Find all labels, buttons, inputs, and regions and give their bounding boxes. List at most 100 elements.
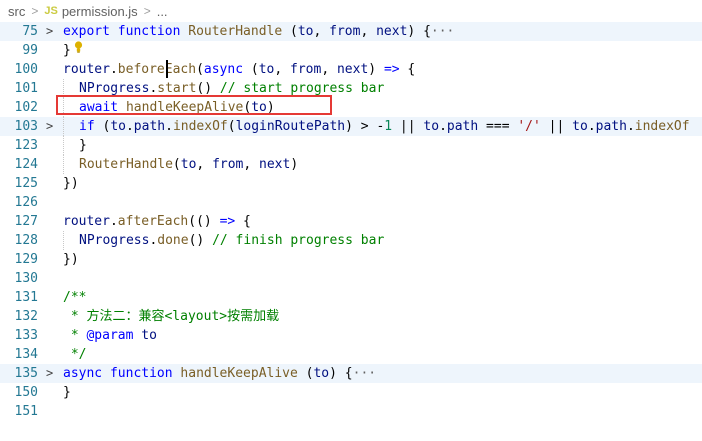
code-token: . [626, 119, 635, 134]
code-line[interactable]: 135 > async function handleKeepAlive (to) … [0, 364, 702, 383]
code-token: */ [63, 347, 87, 362]
code-token: next [376, 24, 408, 39]
code-text: RouterHandle(to, from, next) [79, 155, 298, 174]
code-token: async [63, 366, 103, 381]
code-text: }) [63, 174, 79, 193]
code-token: ( [94, 119, 111, 134]
line-number: 99 [22, 43, 38, 58]
code-token: to [258, 62, 275, 77]
line-number: 127 [14, 214, 38, 229]
fold-chevron-icon[interactable]: > [46, 117, 58, 136]
code-token: === [478, 119, 518, 134]
line-number: 100 [14, 62, 38, 77]
code-token: function [117, 24, 181, 39]
code-token: to [313, 366, 330, 381]
code-text: NProgress.done() // finish progress bar [79, 231, 384, 250]
code-token: path [595, 119, 627, 134]
code-line[interactable]: 134 */ [0, 345, 702, 364]
code-line[interactable]: 131 /** [0, 288, 702, 307]
code-token: (() [188, 214, 220, 229]
code-token: * 方法二：兼容<layout>按需加载 [63, 309, 280, 324]
breadcrumb-more[interactable]: ... [157, 4, 168, 19]
code-token: NProgress [79, 233, 150, 248]
code-text: /** [63, 288, 86, 307]
code-text: * @param to [63, 326, 157, 345]
code-line[interactable]: 150} [0, 383, 702, 402]
indent-guide [63, 117, 64, 136]
code-token: to [110, 119, 126, 134]
code-token: ··· [352, 366, 377, 381]
code-text: if (to.path.indexOf(loginRoutePath) > -1… [79, 117, 690, 136]
code-line[interactable]: 132 * 方法二：兼容<layout>按需加载 [0, 307, 702, 326]
code-token: } [63, 43, 71, 58]
code-token: @param [86, 328, 134, 343]
code-token: loginRoutePath [235, 119, 346, 134]
code-token: handleKeepAlive [180, 366, 298, 381]
code-line[interactable]: 99} [0, 41, 702, 60]
code-text: async function handleKeepAlive (to) {··· [63, 364, 376, 383]
code-token: // start progress bar [219, 81, 385, 96]
code-token: ( [172, 157, 181, 172]
code-token: ( [243, 62, 259, 77]
code-token: router [63, 62, 110, 77]
line-number: 128 [14, 233, 38, 248]
line-number: 134 [14, 347, 38, 362]
code-token: to [297, 24, 314, 39]
code-line[interactable]: 130 [0, 269, 702, 288]
line-number: 124 [14, 157, 38, 172]
code-line[interactable]: 103 > if (to.path.indexOf(loginRoutePath) … [0, 117, 702, 136]
line-number: 132 [14, 309, 38, 324]
code-token: }) [63, 176, 79, 191]
line-number: 102 [14, 100, 38, 115]
code-token: RouterHandle [79, 157, 173, 172]
code-line[interactable]: 100 router.beforeEach(async (to, from, ne… [0, 60, 702, 79]
code-token: '/' [517, 119, 541, 134]
code-editor[interactable]: 75 > export function RouterHandle (to, fro… [0, 22, 702, 421]
code-text: } [63, 383, 71, 402]
lightbulb-icon[interactable] [74, 41, 83, 53]
line-number: 123 [14, 138, 38, 153]
code-line[interactable]: 126 [0, 193, 702, 212]
code-token: export [63, 24, 110, 39]
indent-guide [63, 231, 64, 250]
code-token: from [290, 62, 322, 77]
code-token: }) [63, 252, 79, 267]
code-token: function [109, 366, 173, 381]
code-line[interactable]: 75 > export function RouterHandle (to, fro… [0, 22, 702, 41]
code-line[interactable]: 128 NProgress.done() // finish progress b… [0, 231, 702, 250]
fold-chevron-icon[interactable]: > [46, 22, 58, 41]
line-number: 101 [14, 81, 38, 96]
code-token: to [180, 157, 197, 172]
breadcrumb: src > JS permission.js > ... [0, 0, 702, 22]
code-line[interactable]: 151 [0, 402, 702, 421]
code-token: . [165, 119, 173, 134]
code-text: router.afterEach(() => { [63, 212, 251, 231]
code-line[interactable]: 123} [0, 136, 702, 155]
code-token: , [313, 24, 330, 39]
line-number: 135 [14, 366, 38, 381]
code-token: . [109, 214, 118, 229]
code-token: () [196, 81, 220, 96]
code-line[interactable]: 133 * @param to [0, 326, 702, 345]
code-line[interactable]: 125}) [0, 174, 702, 193]
code-token: path [133, 119, 166, 134]
highlight-annotation-box [56, 95, 332, 115]
code-token: . [439, 119, 447, 134]
fold-chevron-icon[interactable]: > [46, 364, 58, 383]
code-token: router [63, 214, 110, 229]
code-line[interactable]: 127 router.afterEach(() => { [0, 212, 702, 231]
code-token: ··· [430, 24, 455, 39]
breadcrumb-file[interactable]: JS permission.js [44, 4, 137, 19]
code-token: } [79, 138, 87, 153]
code-text: } [63, 41, 71, 60]
code-token: * [63, 328, 87, 343]
code-line[interactable]: 129}) [0, 250, 702, 269]
code-token: { [235, 214, 251, 229]
code-token: ) [290, 157, 299, 172]
code-line[interactable]: 124 RouterHandle(to, from, next) [0, 155, 702, 174]
code-token: /** [63, 290, 87, 305]
line-number: 103 [14, 119, 38, 134]
breadcrumb-folder[interactable]: src [8, 4, 25, 19]
code-token: ( [196, 62, 204, 77]
